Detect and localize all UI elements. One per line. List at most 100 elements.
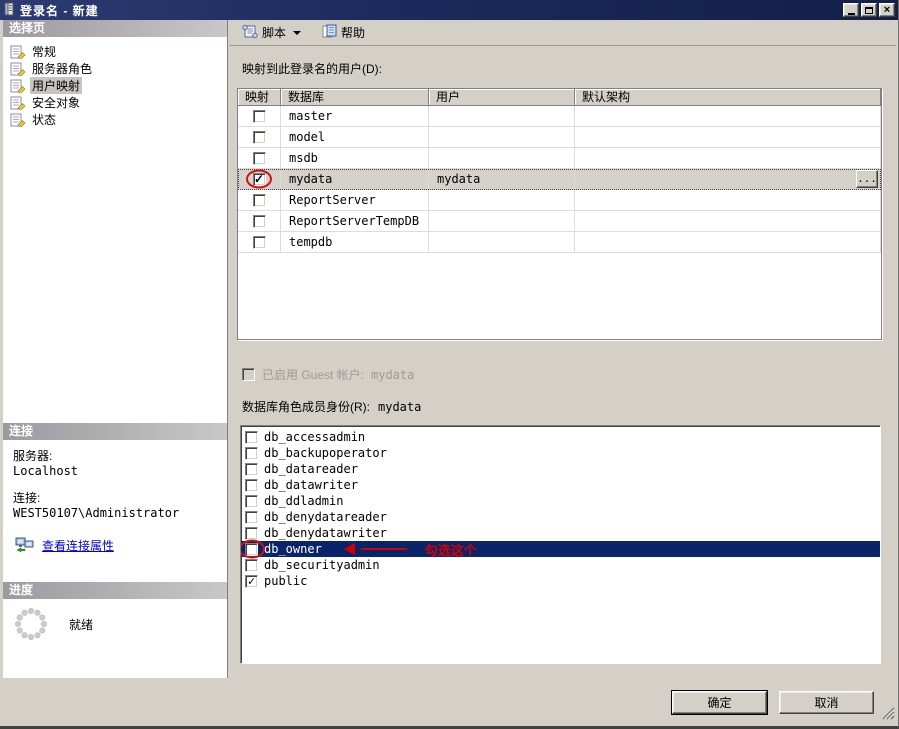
database-role-row[interactable]: public [241,573,880,589]
database-role-row[interactable]: db_accessadmin [241,429,880,445]
sidebar-page-item[interactable]: 安全对象 [3,94,227,111]
view-connection-properties-link[interactable]: 查看连接属性 [42,539,114,554]
database-role-row[interactable]: db_denydatawriter [241,525,880,541]
sidebar-page-item[interactable]: 用户映射 [3,77,227,94]
mapped-user[interactable] [429,211,575,232]
content-area: 脚本 帮助 映射到此登录名的用户(D): [229,20,896,678]
map-checkbox[interactable] [253,194,266,207]
default-schema[interactable] [575,169,881,190]
column-header-database[interactable]: 数据库 [281,89,429,106]
close-button[interactable]: × [879,3,895,17]
script-button[interactable]: 脚本 [238,22,304,44]
role-name: db_owner [264,542,322,556]
minimize-button[interactable] [843,3,859,17]
database-role-row[interactable]: db_owner 勾选这个 [241,541,880,557]
column-header-default-schema[interactable]: 默认架构 [575,89,881,106]
progress-header: 进度 [3,582,227,599]
ok-button[interactable]: 确定 [672,691,767,714]
mapped-user[interactable] [429,232,575,253]
page-pencil-icon [10,96,26,110]
map-checkbox[interactable] [253,215,266,228]
table-header-row: 映射 数据库 用户 默认架构 [238,89,881,106]
default-schema[interactable] [575,148,881,169]
default-schema[interactable] [575,127,881,148]
database-name: tempdb [281,232,429,253]
database-mapping-row[interactable]: msdb [238,148,881,169]
minimize-icon [848,13,855,15]
page-pencil-icon [10,79,26,93]
database-name: msdb [281,148,429,169]
database-mapping-row[interactable]: mydata mydata ... [238,169,881,190]
browse-default-schema-button[interactable]: ... [856,170,878,188]
page-tree: 常规 服务器角色 用户映射 [3,37,227,423]
database-role-row[interactable]: db_backupoperator [241,445,880,461]
database-mapping-row[interactable]: tempdb [238,232,881,253]
maximize-button[interactable] [861,3,877,17]
role-checkbox[interactable] [245,543,258,556]
default-schema[interactable] [575,211,881,232]
sidebar-page-item-label: 服务器角色 [30,60,94,77]
left-panel: 选择页 常规 服务器角色 [3,20,228,678]
page-pencil-icon [10,62,26,76]
database-role-row[interactable]: db_denydatareader [241,509,880,525]
mapped-user[interactable]: mydata [429,169,575,190]
database-role-row[interactable]: db_ddladmin [241,493,880,509]
map-checkbox[interactable] [253,236,266,249]
sidebar-page-item[interactable]: 常规 [3,43,227,60]
default-schema[interactable] [575,190,881,211]
window-title: 登录名 - 新建 [20,2,99,19]
database-mapping-row[interactable]: ReportServerTempDB [238,211,881,232]
resize-grip[interactable] [879,704,895,720]
role-checkbox[interactable] [245,479,258,492]
mapped-user[interactable] [429,190,575,211]
role-checkbox[interactable] [245,559,258,572]
cancel-button[interactable]: 取消 [779,691,874,714]
sidebar-page-item[interactable]: 服务器角色 [3,60,227,77]
map-checkbox[interactable] [253,110,266,123]
role-name: db_denydatawriter [264,526,387,540]
map-checkbox[interactable] [253,173,266,186]
connection-label: 连接: [13,491,217,506]
sidebar-page-item-label: 安全对象 [30,94,82,111]
map-checkbox[interactable] [253,152,266,165]
database-role-row[interactable]: db_datawriter [241,477,880,493]
database-mapping-row[interactable]: master [238,106,881,127]
script-dropdown-caret[interactable] [293,31,301,35]
column-header-user[interactable]: 用户 [429,89,575,106]
role-name: db_denydatareader [264,510,387,524]
database-mapping-row[interactable]: ReportServer [238,190,881,211]
mapped-user[interactable] [429,148,575,169]
database-mapping-row[interactable]: model [238,127,881,148]
default-schema[interactable] [575,232,881,253]
map-checkbox[interactable] [253,131,266,144]
role-checkbox[interactable] [245,431,258,444]
role-checkbox[interactable] [245,527,258,540]
column-header-map[interactable]: 映射 [238,89,281,106]
close-icon: × [884,5,890,15]
server-label: 服务器: [13,449,217,464]
role-checkbox[interactable] [245,463,258,476]
progress-status: 就绪 [69,616,93,633]
role-checkbox[interactable] [245,511,258,524]
titlebar[interactable]: 登录名 - 新建 × [0,0,898,20]
role-checkbox[interactable] [245,495,258,508]
database-name: ReportServerTempDB [281,211,429,232]
role-checkbox[interactable] [245,447,258,460]
role-checkbox[interactable] [245,575,258,588]
role-name: db_datawriter [264,478,358,492]
select-page-header: 选择页 [3,20,227,37]
help-button[interactable]: 帮助 [318,22,368,44]
login-dialog-icon [3,2,16,19]
database-name: master [281,106,429,127]
mapped-user[interactable] [429,106,575,127]
help-button-label: 帮助 [341,24,365,41]
mapped-user[interactable] [429,127,575,148]
database-roles-list: db_accessadmin db_backupoperator db_data… [240,425,881,664]
database-role-row[interactable]: db_securityadmin [241,557,880,573]
login-new-dialog: 登录名 - 新建 × 选择页 常规 [0,0,899,729]
database-role-row[interactable]: db_datareader [241,461,880,477]
progress-panel: 就绪 [3,599,227,678]
sidebar-page-item[interactable]: 状态 [3,111,227,128]
connection-properties-icon [15,537,34,556]
default-schema[interactable] [575,106,881,127]
